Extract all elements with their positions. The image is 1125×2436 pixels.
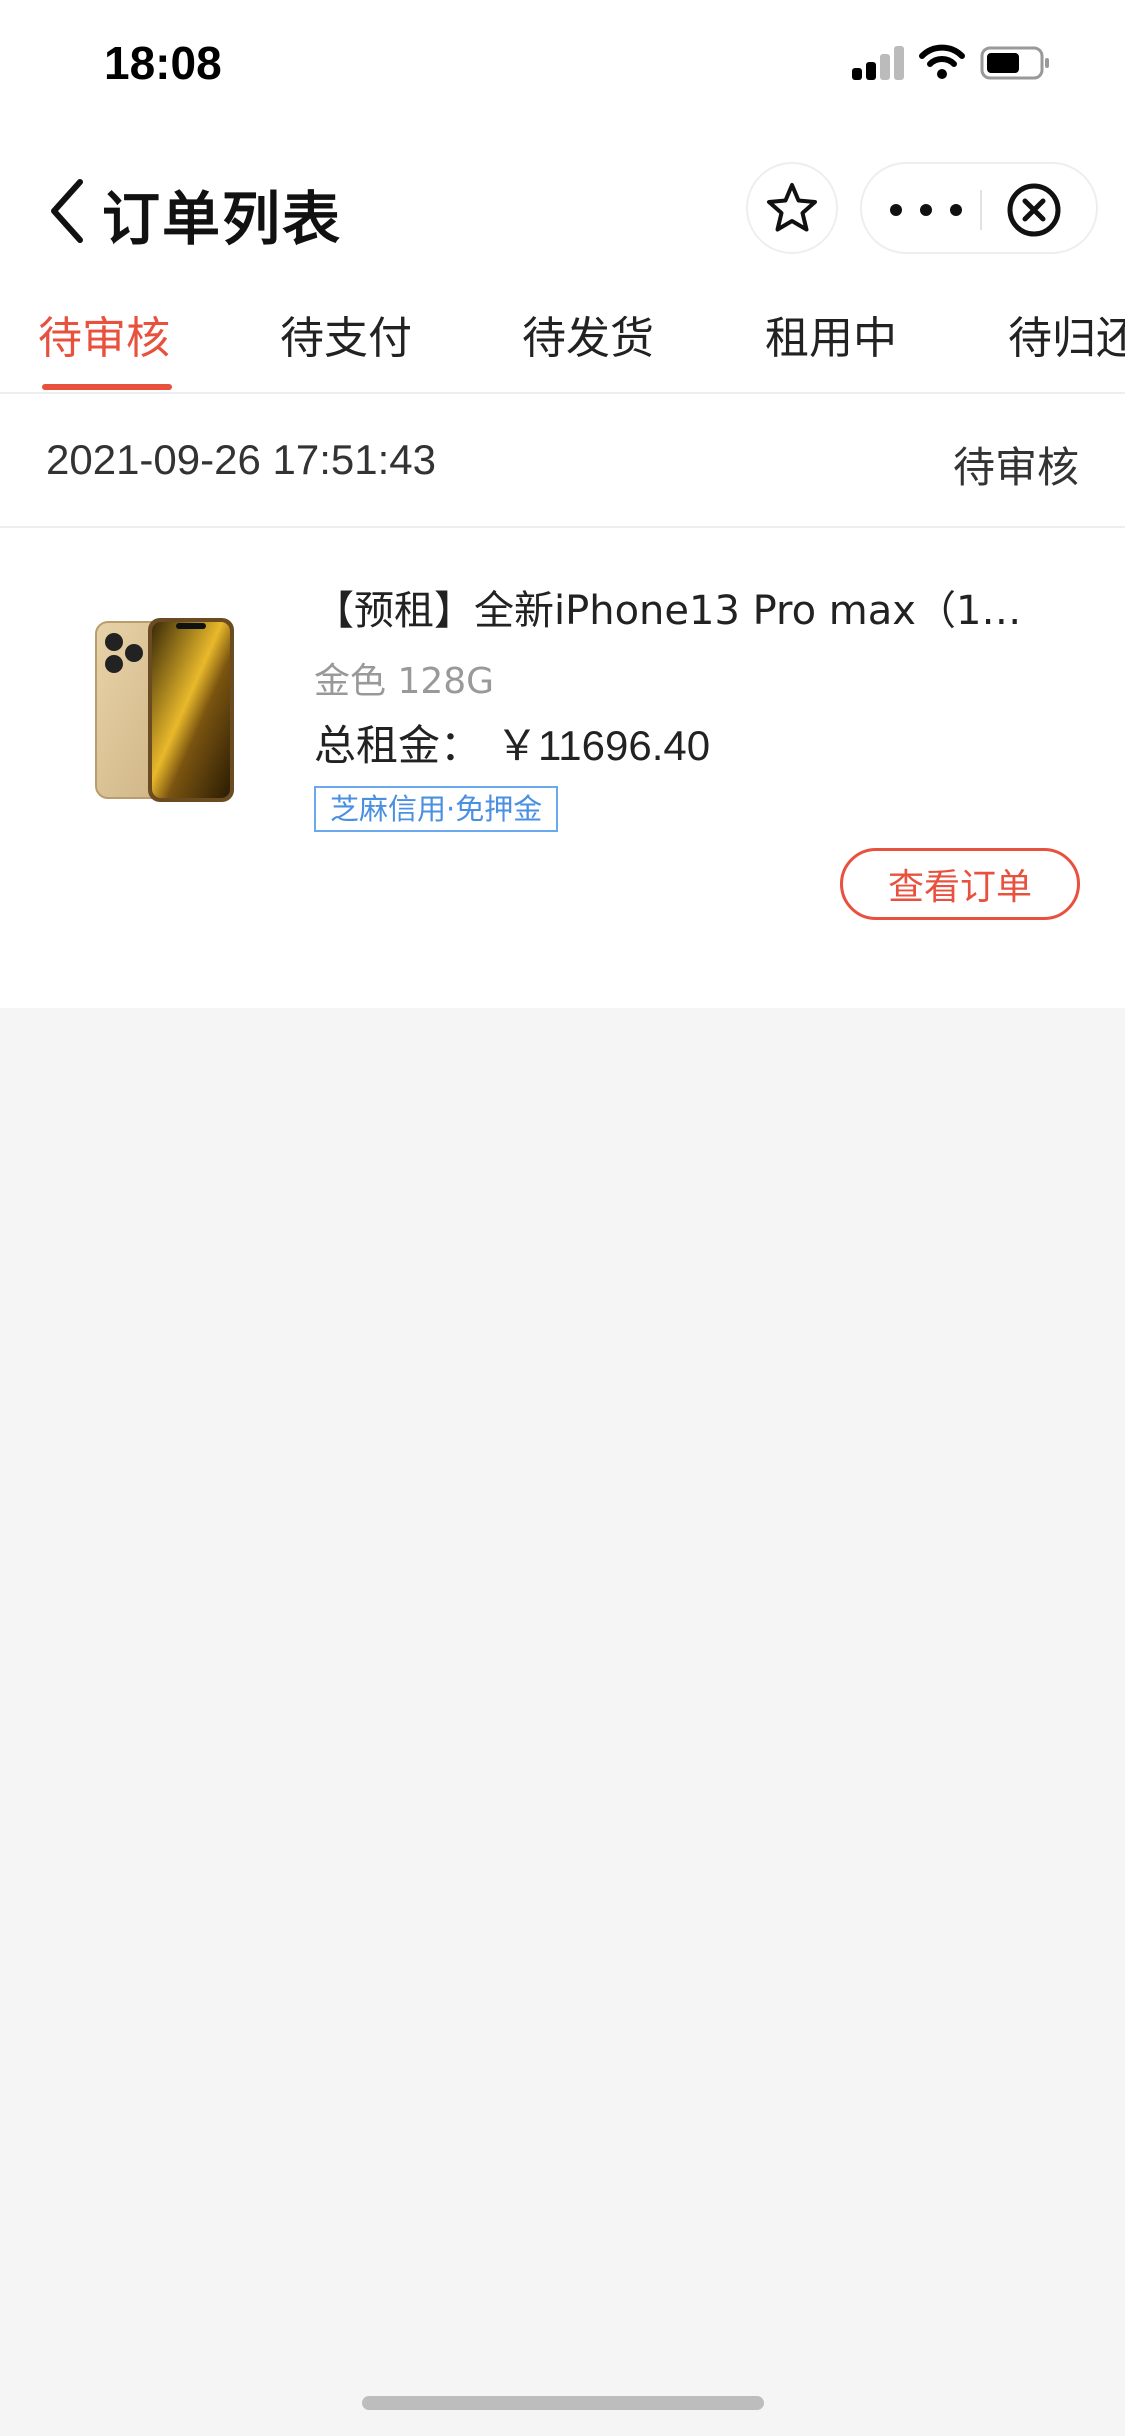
total-rent-label: 总租金： xyxy=(314,721,483,770)
total-rent: 总租金： ￥11696.40 xyxy=(314,712,710,773)
view-order-button[interactable]: 查看订单 xyxy=(840,848,1080,920)
tab-pending-shipment[interactable]: 待发货 xyxy=(522,302,654,366)
order-status: 待审核 xyxy=(952,443,1079,492)
battery-icon xyxy=(980,46,1049,80)
capsule-divider xyxy=(980,190,982,230)
favorite-button[interactable] xyxy=(746,162,838,254)
mini-program-capsule xyxy=(860,162,1098,254)
star-icon xyxy=(767,183,817,232)
more-icon[interactable] xyxy=(890,192,962,228)
order-header: 2021-09-26 17:51:43 待审核 xyxy=(0,396,1125,528)
tab-pending-payment[interactable]: 待支付 xyxy=(280,302,412,366)
credit-tag: 芝麻信用·免押金 xyxy=(314,786,559,832)
order-datetime: 2021-09-26 17:51:43 xyxy=(46,436,436,483)
close-icon[interactable] xyxy=(1006,182,1062,238)
tab-pending-return[interactable]: 待归还 xyxy=(1008,302,1125,366)
signal-icon xyxy=(852,46,904,80)
status-bar: 18:08 xyxy=(0,0,1125,130)
tab-renting[interactable]: 租用中 xyxy=(765,302,897,366)
product-name[interactable]: 【预租】全新iPhone13 Pro max（10... xyxy=(314,578,1044,636)
total-rent-value: ￥11696.40 xyxy=(496,722,711,769)
tab-pending-review[interactable]: 待审核 xyxy=(38,302,170,366)
back-arrow-icon[interactable] xyxy=(44,176,88,246)
order-tabs: 待审核 待支付 待发货 租用中 待归还 xyxy=(0,288,1125,394)
home-indicator xyxy=(362,2396,764,2410)
product-spec: 金色 128G xyxy=(314,661,495,702)
wifi-icon xyxy=(919,44,965,79)
active-tab-indicator xyxy=(42,384,172,390)
status-time: 18:08 xyxy=(104,37,222,89)
product-image[interactable] xyxy=(94,618,236,802)
page-title: 订单列表 xyxy=(102,185,343,253)
nav-header: 订单列表 xyxy=(0,150,1125,270)
